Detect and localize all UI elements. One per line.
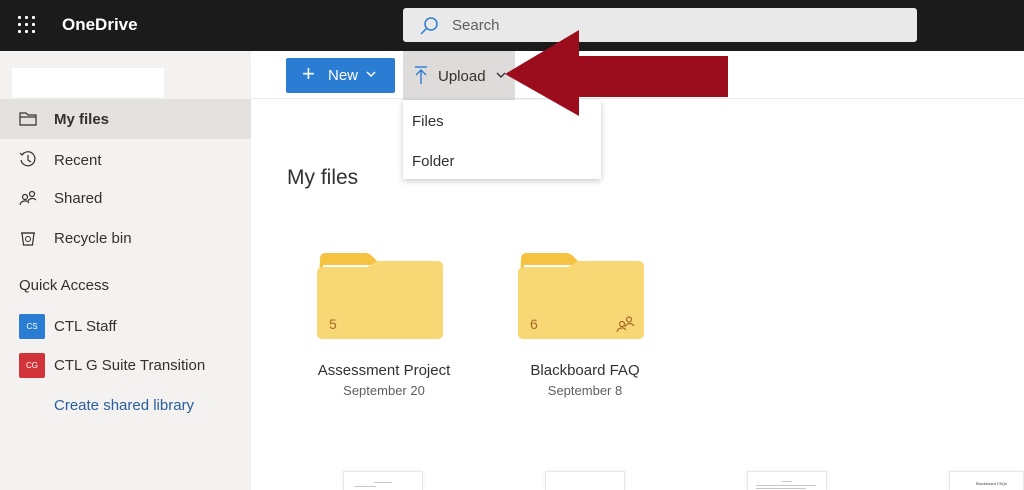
- sidebar-item-my-files[interactable]: My files: [0, 99, 251, 139]
- sidebar-item-recent[interactable]: Recent: [0, 140, 251, 180]
- annotation-arrow: [505, 30, 728, 116]
- sidebar-item-label: Recent: [54, 152, 102, 169]
- upload-folder-menu-item[interactable]: Folder: [403, 142, 601, 178]
- sidebar-item-label: My files: [54, 111, 110, 128]
- upload-icon: [415, 66, 427, 84]
- file-thumbnail[interactable]: [545, 471, 625, 490]
- quick-access-label: CTL Staff: [54, 318, 117, 335]
- folder-name[interactable]: Blackboard FAQ: [485, 362, 685, 379]
- folder-icon: [19, 112, 37, 126]
- create-shared-library-link[interactable]: Create shared library: [54, 397, 194, 414]
- account-name-field[interactable]: [12, 68, 164, 97]
- library-badge: CS: [19, 314, 45, 339]
- sidebar-item-recycle-bin[interactable]: Recycle bin: [0, 218, 251, 258]
- upload-button-label: Upload: [438, 68, 486, 85]
- app-title[interactable]: OneDrive: [62, 15, 138, 35]
- thumbnail-caption: Blackboard FAQs: [976, 481, 1008, 486]
- shared-people-icon: [616, 316, 635, 333]
- search-placeholder: Search: [452, 17, 500, 34]
- folder-item-count: 6: [530, 316, 538, 332]
- upload-button[interactable]: Upload: [403, 51, 515, 100]
- library-badge: CG: [19, 353, 45, 378]
- sidebar-item-shared[interactable]: Shared: [0, 178, 251, 218]
- file-thumbnail[interactable]: [747, 471, 827, 490]
- sidebar: My files Recent Shared Recycle bin Quick…: [0, 51, 251, 490]
- search-icon: [420, 17, 438, 35]
- folder-date: September 8: [547, 383, 623, 398]
- file-thumbnail[interactable]: Blackboard FAQs: [949, 471, 1024, 490]
- app-launcher-icon[interactable]: [18, 16, 36, 34]
- folder-tile-assessment-project[interactable]: 5 Assessment Project September 20: [284, 253, 484, 423]
- quick-access-label: CTL G Suite Transition: [54, 357, 206, 374]
- sidebar-item-label: Shared: [54, 190, 103, 207]
- recycle-bin-icon: [21, 232, 35, 246]
- folder-name[interactable]: Assessment Project: [284, 362, 484, 379]
- history-icon: [19, 151, 36, 167]
- folder-tile-blackboard-faq[interactable]: 6 Blackboard FAQ September 8: [485, 253, 685, 423]
- plus-icon: +: [302, 61, 315, 86]
- chevron-down-icon: [366, 71, 376, 78]
- quick-access-item-ctl-staff[interactable]: CS CTL Staff: [0, 311, 251, 341]
- people-icon: [19, 190, 37, 206]
- page-title: My files: [287, 166, 359, 189]
- quick-access-item-ctl-g-suite[interactable]: CG CTL G Suite Transition: [0, 350, 251, 380]
- sidebar-item-label: Recycle bin: [54, 230, 132, 247]
- folder-item-count: 5: [329, 316, 337, 332]
- quick-access-heading: Quick Access: [19, 277, 110, 294]
- new-button-label: New: [328, 67, 359, 84]
- new-button[interactable]: + New: [286, 58, 395, 93]
- folder-date: September 20: [343, 383, 425, 398]
- file-thumbnail[interactable]: [343, 471, 423, 490]
